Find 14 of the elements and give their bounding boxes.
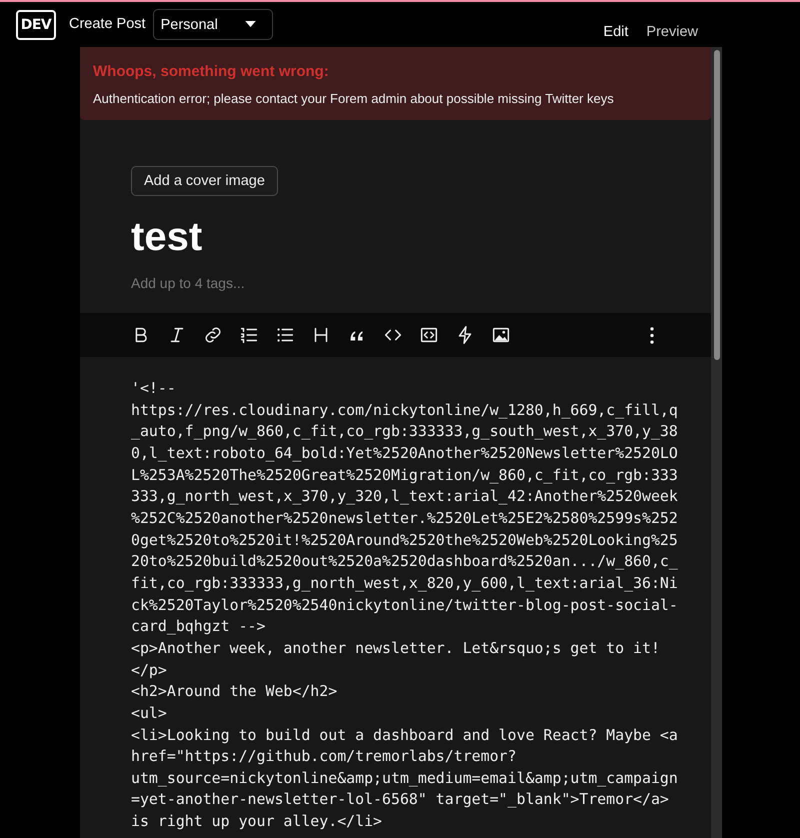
error-message: Authentication error; please contact your Forem admin about possible missing Twitter keys	[93, 91, 615, 106]
scrollbar[interactable]	[711, 47, 722, 838]
add-cover-image-button[interactable]: Add a cover image	[131, 166, 278, 196]
tab[interactable]: Edit	[594, 18, 638, 46]
tab[interactable]: Preview	[637, 18, 707, 46]
organization-select[interactable]: Personal	[152, 9, 273, 40]
caret-icon	[244, 21, 256, 28]
error-title: Whoops, something went wrong:	[93, 63, 330, 80]
tags-field[interactable]: Add up to 4 tags...	[131, 275, 431, 291]
body-field[interactable]: '<!-- https://res.cloudinary.com/nickytonline/w_1280,h_669,c_fill,q _auto,f_png/w_860,c_fit,co_rgb:333333,g_south_west,x_370,y_38 0,l_text:roboto_64_bold:Yet%2520Another%2520Newsletter%2520LO L%253A%2520The%2520Great%2520Migration/w_860,c_fit,co_rgb:333 333,g_north_west,x_370,y_320,l_text:arial_42:Another%2520week %252C%2520another%2520newsletter.%2520Let%25E2%2580%2599s%252 0get%2520to%2520it!%2520Around%2520the%2520Web%2520Looking%25 20to%2520build%2520out%2520a%2520dashboard%2520an.../w_860,c_ fit,co_rgb:333333,g_north_west,x_820,y_600,l_text:arial_36:Ni ck%2520Taylor%2520%2540nickytonline/twitter-blog-post-social- card_bqhgzt --> <p>Another week, another newsletter. Let&rsquo;s get to it! </p> <h2>Around the Web</h2> <ul> <li>Looking to build out a dashboard and love React? Maybe <a href="https://github.com/tremorlabs/tremor? utm_source=nickytonline&amp;utm_medium=email&amp;utm_campaign =yet-another-newsletter-lol-6568" target="_blank">Tremor</a> is right up your alley.</li>	[131, 376, 679, 836]
more-icon	[650, 326, 654, 344]
page-title: Create Post	[69, 16, 146, 32]
post-title-field[interactable]: test	[131, 215, 531, 260]
logo[interactable]: DEV	[16, 10, 56, 40]
